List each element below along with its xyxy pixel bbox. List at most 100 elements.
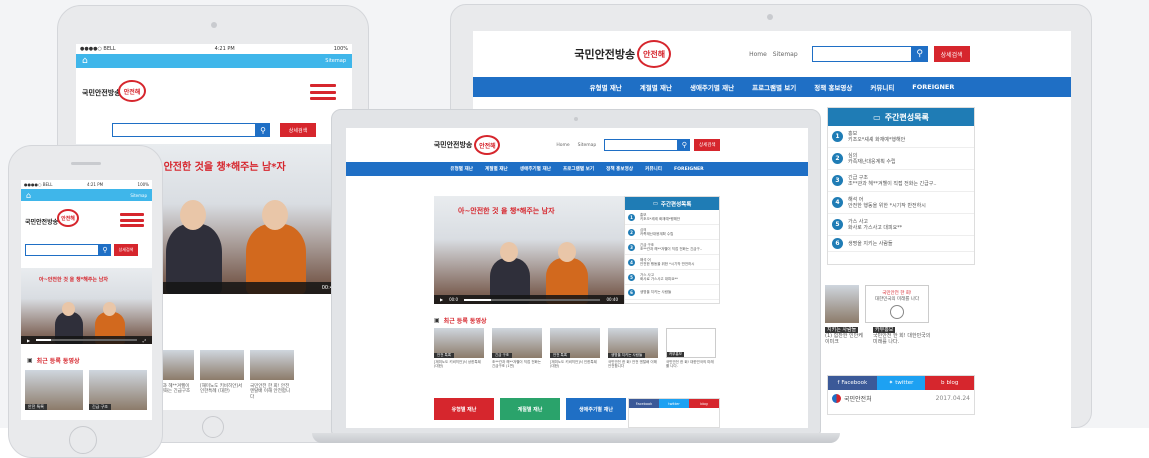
rank-number: 6: [832, 238, 843, 249]
tablet-home-button[interactable]: [202, 416, 224, 438]
play-icon[interactable]: ▶: [440, 297, 443, 302]
video-caption: 아~안전한 것 을 챙*해주는 남자: [458, 207, 555, 215]
nav-item[interactable]: 계절별 재난: [640, 82, 672, 92]
ranking-item[interactable]: 6 생명을 지키는 사람들: [625, 285, 719, 300]
ranking-item[interactable]: 1 홍보 키조오*셰셰 화재예*행해안: [828, 126, 974, 148]
site-logo-text[interactable]: 국민안전방송: [82, 88, 121, 98]
ranking-item[interactable]: 6 생명을 지키는 사람들: [828, 236, 974, 252]
video-thumbnail[interactable]: 긴급 구조: [89, 370, 147, 410]
recent-videos-title: ▣ 최근 등록 동영상: [434, 317, 487, 325]
home-icon[interactable]: ⌂: [82, 56, 88, 66]
video-progress[interactable]: [464, 298, 601, 301]
search-input[interactable]: [811, 46, 912, 62]
detail-search-button[interactable]: 상세검색: [280, 123, 316, 137]
banner-button[interactable]: 생애주기별 재난: [566, 398, 626, 420]
sitemap-link[interactable]: Sitemap: [130, 193, 147, 198]
nav-item[interactable]: 생애주기별 재난: [690, 82, 734, 92]
ranking-item[interactable]: 2 심의 카족재난대응계획 수립: [828, 148, 974, 170]
site-logo-badge[interactable]: 안전해: [57, 209, 79, 227]
ranking-item[interactable]: 1 홍보 키조오*셰셰 화재예*행해안: [625, 210, 719, 225]
banner-button[interactable]: 계절별 재난: [500, 398, 560, 420]
search-input[interactable]: [112, 123, 256, 137]
detail-search-button[interactable]: 상세검색: [933, 46, 970, 62]
detail-search-button[interactable]: 상세검색: [114, 244, 138, 256]
fullscreen-icon[interactable]: ⤢: [143, 338, 146, 343]
hamburger-menu-icon[interactable]: [120, 213, 144, 227]
sitemap-link[interactable]: Sitemap: [773, 51, 798, 58]
video-thumbnail[interactable]: 안전 특록: [25, 370, 83, 410]
ranking-item[interactable]: 2 심의 카족재난대응계획 수립: [625, 225, 719, 240]
twitter-link[interactable]: twitter: [659, 399, 689, 408]
nav-item[interactable]: 프로그램별 보기: [752, 82, 796, 92]
home-icon[interactable]: ⌂: [26, 191, 31, 200]
video-thumbnail[interactable]: [825, 285, 859, 323]
poster-thumbnail[interactable]: 국민안전 한 회! 대한민국의 미래를 나다: [865, 285, 929, 323]
nav-item[interactable]: 커뮤니티: [645, 166, 662, 172]
video-player[interactable]: 아~안전한 것 을 챙*해주는 남자 ▶ 00:0 00:40: [434, 196, 624, 304]
sitemap-link[interactable]: Sitemap: [325, 58, 346, 64]
detail-search-button[interactable]: 상세검색: [694, 139, 721, 151]
site-logo-text[interactable]: 국민안전방송: [25, 217, 58, 226]
recent-video-card[interactable]: 안전 특록 [재미노도 키비히안]서 상한특례 (대한): [434, 328, 484, 368]
laptop-screen: 국민안전방송 안전해 Home Sitemap ⚲ 상세검색 유형별 재난 계절…: [346, 128, 808, 428]
search-button[interactable]: ⚲: [256, 123, 270, 137]
home-link[interactable]: Home: [749, 51, 767, 58]
nav-item[interactable]: FOREIGNER: [912, 83, 954, 91]
facebook-link[interactable]: Facebook: [629, 399, 659, 408]
ranking-item[interactable]: 3 긴급 구조 조**관과 헤**겨헬이 직접 전화는 긴급구..: [828, 170, 974, 192]
recent-video-card[interactable]: 생명을 지키는 사람들 국민안전 한 회! 안전 엔탈배 이해 안전합니다: [608, 328, 658, 368]
nav-item[interactable]: 커뮤니티: [870, 82, 894, 92]
nav-item[interactable]: 생애주기별 재난: [520, 166, 551, 172]
phone-home-button[interactable]: [69, 426, 97, 454]
search-input[interactable]: [25, 244, 99, 256]
play-icon[interactable]: ▶: [27, 338, 30, 343]
ranking-item[interactable]: 5 가스 사고 화사로 가스사고 대피요**: [828, 214, 974, 236]
twitter-link[interactable]: ✦ twitter: [876, 376, 926, 390]
tablet-caption-row: 조**관과 헤**겨헬이 직접 전화는 긴급구조 (1편) [재미노도 키비히안…: [150, 384, 350, 400]
home-link[interactable]: Home: [556, 143, 569, 148]
nav-item[interactable]: 정책 홍보영상: [814, 82, 852, 92]
video-thumbnail[interactable]: [250, 350, 294, 380]
nav-item[interactable]: 유형별 재난: [590, 82, 622, 92]
nav-item[interactable]: 계절별 재난: [485, 166, 508, 172]
banner-button[interactable]: 유형별 재난: [434, 398, 494, 420]
nav-item[interactable]: 정책 홍보영상: [606, 166, 633, 172]
nav-item[interactable]: 유형별 재난: [450, 166, 473, 172]
ranking-item[interactable]: 3 긴급 구조 조**관과 헤**겨헬이 직접 전화는 긴급구..: [625, 240, 719, 255]
mini-text: (1) 힘찬한 인안케이미크: [825, 333, 863, 345]
ranking-item[interactable]: 5 가스 사고 화사로 가스사고 대피요**: [625, 270, 719, 285]
site-logo-badge[interactable]: 안전해: [474, 135, 501, 155]
hamburger-menu-icon[interactable]: [310, 84, 336, 100]
ranking-item[interactable]: 4 해석 어 안전한 행동을 위한 *시기작 반전하시: [828, 192, 974, 214]
recent-videos-row: 안전 특록 [재미노도 키비히안]서 상한특례 (대한) 긴급 구조 조**관과…: [434, 328, 724, 368]
ranking-item[interactable]: 4 해석 어 안전한 행동을 위한 *시기작 반전하시: [625, 255, 719, 270]
video-thumbnail[interactable]: [200, 350, 244, 380]
search-input[interactable]: [604, 139, 679, 151]
search-icon: ⚲: [916, 49, 923, 59]
nav-item[interactable]: FOREIGNER: [674, 167, 704, 172]
sitemap-link[interactable]: Sitemap: [578, 143, 597, 148]
search-button[interactable]: ⚲: [911, 46, 928, 62]
search-icon: ⚲: [260, 125, 266, 135]
recent-video-card[interactable]: 긴급 구조 조**관과 헤**겨헬이 직접 전화는 긴급구조 (1편): [492, 328, 542, 368]
recent-video-card[interactable]: 카부홍보 국민안전 한 회! 대한민국의 미래를 나다.: [666, 328, 716, 368]
search-button[interactable]: ⚲: [678, 139, 691, 151]
video-player[interactable]: 아~안전한 것 을 챙*해주는 남자 ▶ ⤢: [21, 268, 152, 344]
search-button[interactable]: ⚲: [99, 244, 111, 256]
blog-link[interactable]: blog: [689, 399, 719, 408]
rank-number: 3: [628, 243, 635, 251]
site-logo-text[interactable]: 국민안전방송: [574, 46, 635, 62]
video-thumbnail: 생명을 지키는 사람들: [608, 328, 658, 358]
rank-sub: 화사로 가스사고 대피요**: [640, 277, 678, 281]
gov-name[interactable]: 국민안전처: [844, 394, 872, 403]
site-logo-text[interactable]: 국민안전방송: [434, 140, 473, 150]
site-logo-badge[interactable]: 안전해: [637, 40, 672, 68]
blog-link[interactable]: b blog: [925, 376, 975, 390]
video-controls: ▶ 00:0 00:40: [434, 295, 624, 304]
person: [62, 302, 75, 316]
site-logo-badge[interactable]: 안전해: [118, 80, 146, 102]
facebook-link[interactable]: f Facebook: [828, 376, 877, 390]
nav-item[interactable]: 프로그램별 보기: [563, 166, 594, 172]
recent-video-card[interactable]: 안전 특록 [재미노도 키비히안]서 인한특례 (대한): [550, 328, 600, 368]
video-progress[interactable]: [36, 339, 137, 341]
